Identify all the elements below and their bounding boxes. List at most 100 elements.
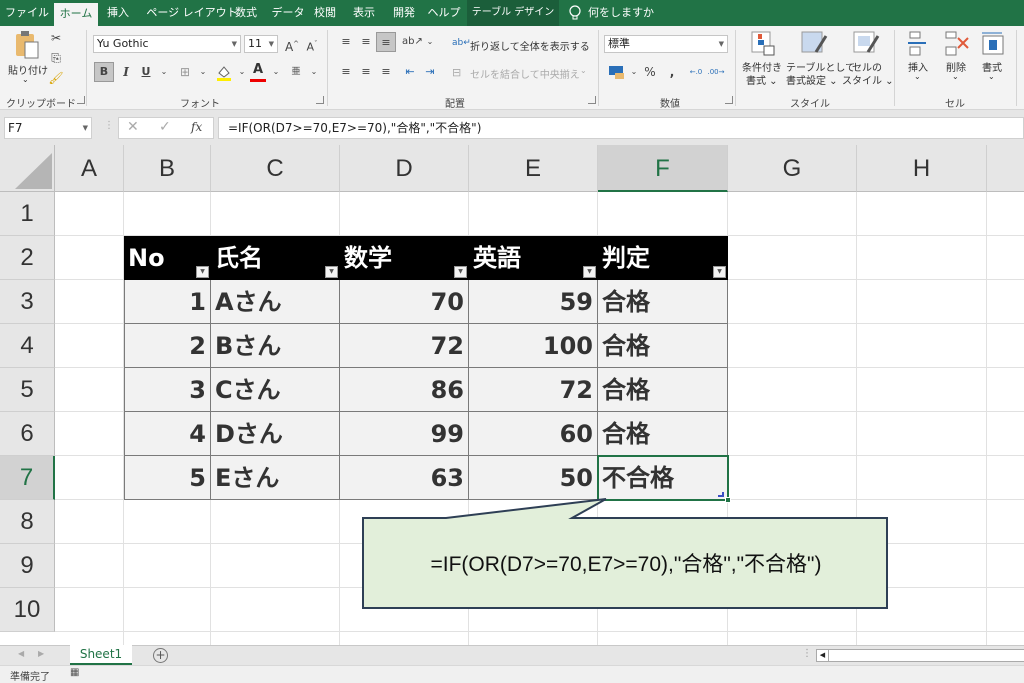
paste-dropdown-icon[interactable]: ⌄ bbox=[22, 75, 29, 84]
tab-home[interactable]: ホーム bbox=[54, 3, 98, 26]
cell-b4[interactable]: 2 bbox=[124, 324, 211, 368]
increase-font-icon[interactable]: A^ bbox=[282, 34, 302, 54]
row-header-5[interactable]: 5 bbox=[0, 368, 55, 412]
cell-b6[interactable]: 4 bbox=[124, 412, 211, 456]
row-header-9[interactable]: 9 bbox=[0, 544, 55, 588]
align-middle-icon[interactable]: ≡ bbox=[356, 32, 376, 52]
cell-e5[interactable]: 72 bbox=[469, 368, 598, 412]
cell-b7[interactable]: 5 bbox=[124, 456, 211, 500]
cell-c3[interactable]: Aさん bbox=[211, 280, 340, 324]
column-header-c[interactable]: C bbox=[211, 145, 340, 192]
bold-button[interactable]: B bbox=[94, 62, 114, 82]
comma-button[interactable]: , bbox=[662, 62, 682, 82]
fill-dropdown-icon[interactable]: ⌄ bbox=[232, 62, 252, 82]
row-header-7[interactable]: 7 bbox=[0, 456, 55, 500]
font-launcher-icon[interactable] bbox=[316, 96, 324, 104]
tab-file[interactable]: ファイル bbox=[4, 0, 50, 26]
tell-me-search[interactable]: 何をしますか bbox=[588, 0, 658, 26]
number-format-select[interactable]: 標準 ▼ bbox=[604, 35, 728, 53]
align-top-icon[interactable]: ≡ bbox=[336, 32, 356, 52]
macro-record-icon[interactable]: ▦ bbox=[70, 667, 79, 678]
tab-formulas[interactable]: 数式 bbox=[226, 0, 266, 26]
increase-indent-icon[interactable]: ⇥ bbox=[420, 62, 440, 82]
tab-table-design[interactable]: テーブル デザイン bbox=[467, 0, 559, 26]
align-bottom-icon[interactable]: ≡ bbox=[376, 32, 396, 52]
cell-c6[interactable]: Dさん bbox=[211, 412, 340, 456]
format-cells-icon[interactable] bbox=[980, 30, 1006, 56]
alignment-launcher-icon[interactable] bbox=[588, 96, 596, 104]
table-header-math[interactable]: 数学 ▼ bbox=[340, 236, 469, 280]
splitter-handle-icon[interactable]: ⋮ bbox=[802, 648, 812, 659]
delete-dropdown-icon[interactable]: ⌄ bbox=[952, 72, 959, 81]
cell-d5[interactable]: 86 bbox=[340, 368, 469, 412]
cell-e4[interactable]: 100 bbox=[469, 324, 598, 368]
font-name-select[interactable]: Yu Gothic ▼ bbox=[93, 35, 241, 53]
cell-b3[interactable]: 1 bbox=[124, 280, 211, 324]
column-header-a[interactable]: A bbox=[55, 145, 124, 192]
tab-data[interactable]: データ bbox=[266, 0, 310, 26]
tab-insert[interactable]: 挿入 bbox=[100, 0, 136, 26]
sheet-tab-sheet1[interactable]: Sheet1 bbox=[70, 645, 132, 665]
cell-e3[interactable]: 59 bbox=[469, 280, 598, 324]
underline-dropdown-icon[interactable]: ⌄ bbox=[154, 62, 174, 82]
insert-function-button[interactable]: fx bbox=[191, 120, 202, 134]
tab-developer[interactable]: 開発 bbox=[386, 0, 422, 26]
column-header-b[interactable]: B bbox=[124, 145, 211, 192]
cut-icon[interactable]: ✂ bbox=[46, 28, 66, 48]
scroll-tabs-right-icon[interactable]: ▶ bbox=[38, 649, 44, 658]
font-color-icon[interactable]: A bbox=[250, 62, 266, 82]
delete-cells-icon[interactable] bbox=[944, 30, 970, 56]
cell-b5[interactable]: 3 bbox=[124, 368, 211, 412]
row-header-4[interactable]: 4 bbox=[0, 324, 55, 368]
cell-d4[interactable]: 72 bbox=[340, 324, 469, 368]
font-size-select[interactable]: 11 ▼ bbox=[244, 35, 278, 53]
cell-c5[interactable]: Cさん bbox=[211, 368, 340, 412]
percent-button[interactable]: % bbox=[640, 62, 660, 82]
table-header-result[interactable]: 判定 ▼ bbox=[598, 236, 728, 280]
column-header-f[interactable]: F bbox=[598, 145, 728, 192]
cell-e6[interactable]: 60 bbox=[469, 412, 598, 456]
cancel-icon[interactable]: ✕ bbox=[127, 119, 139, 135]
filter-dropdown-icon[interactable]: ▼ bbox=[196, 266, 209, 278]
row-header-8[interactable]: 8 bbox=[0, 500, 55, 544]
column-header-d[interactable]: D bbox=[340, 145, 469, 192]
insert-cells-icon[interactable] bbox=[906, 30, 932, 56]
conditional-format-icon[interactable] bbox=[750, 30, 776, 56]
tab-view[interactable]: 表示 bbox=[346, 0, 382, 26]
phonetic-icon[interactable]: 亜 bbox=[286, 62, 306, 82]
increase-decimal-icon[interactable]: ←.0 bbox=[686, 62, 706, 82]
formula-input[interactable]: =IF(OR(D7>=70,E7>=70),"合格","不合格") bbox=[218, 117, 1024, 139]
filter-dropdown-icon[interactable]: ▼ bbox=[583, 266, 596, 278]
decrease-font-icon[interactable]: Aˇ bbox=[302, 34, 322, 54]
borders-icon[interactable]: ⊞ bbox=[175, 62, 195, 82]
name-box[interactable]: F7 ▼ bbox=[4, 117, 92, 139]
merge-dropdown-icon[interactable]: ⌄ bbox=[580, 66, 587, 75]
column-header-g[interactable]: G bbox=[728, 145, 857, 192]
italic-button[interactable]: I bbox=[116, 62, 136, 82]
number-launcher-icon[interactable] bbox=[725, 96, 733, 104]
table-header-no[interactable]: No ▼ bbox=[124, 236, 211, 280]
column-header-h[interactable]: H bbox=[857, 145, 987, 192]
cell-f3[interactable]: 合格 bbox=[598, 280, 728, 324]
orientation-dropdown-icon[interactable]: ⌄ bbox=[420, 32, 440, 52]
filter-dropdown-icon[interactable]: ▼ bbox=[454, 266, 467, 278]
row-header-10[interactable]: 10 bbox=[0, 588, 55, 632]
row-header-1[interactable]: 1 bbox=[0, 192, 55, 236]
align-left-icon[interactable]: ≡ bbox=[336, 62, 356, 82]
phonetic-dropdown-icon[interactable]: ⌄ bbox=[304, 62, 324, 82]
enter-icon[interactable]: ✓ bbox=[159, 119, 171, 135]
select-all-button[interactable] bbox=[0, 145, 55, 192]
fill-color-icon[interactable] bbox=[216, 64, 232, 82]
decrease-indent-icon[interactable]: ⇤ bbox=[400, 62, 420, 82]
more-handle-icon[interactable]: ⋮ bbox=[104, 120, 114, 131]
cell-f4[interactable]: 合格 bbox=[598, 324, 728, 368]
underline-button[interactable]: U bbox=[136, 62, 156, 82]
row-header-3[interactable]: 3 bbox=[0, 280, 55, 324]
tab-review[interactable]: 校閲 bbox=[308, 0, 342, 26]
scroll-tabs-left-icon[interactable]: ◀ bbox=[18, 649, 24, 658]
cell-d6[interactable]: 99 bbox=[340, 412, 469, 456]
cell-f6[interactable]: 合格 bbox=[598, 412, 728, 456]
cell-d3[interactable]: 70 bbox=[340, 280, 469, 324]
row-header-6[interactable]: 6 bbox=[0, 412, 55, 456]
format-dropdown-icon[interactable]: ⌄ bbox=[988, 72, 995, 81]
